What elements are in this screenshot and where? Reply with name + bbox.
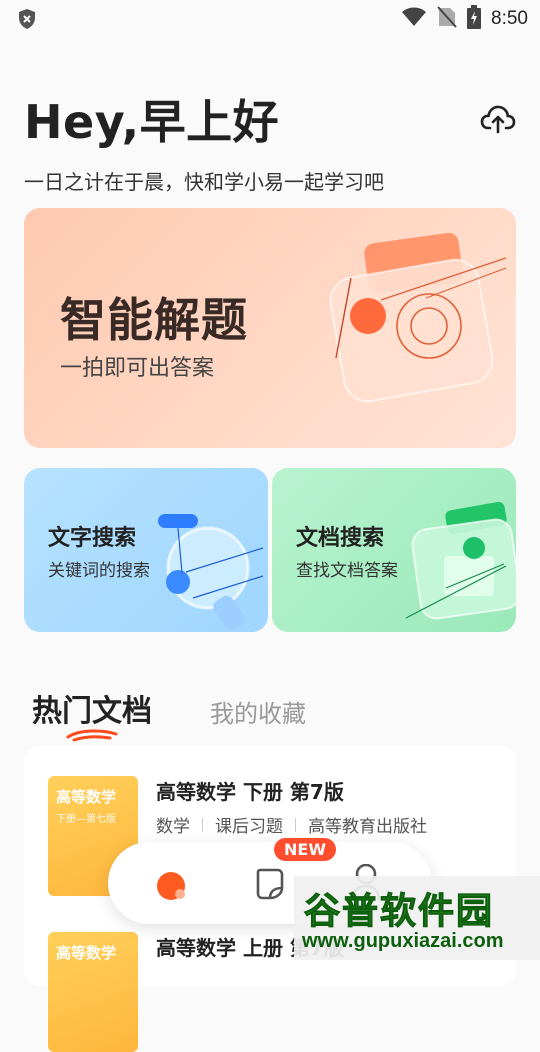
status-bar: 8:50 — [0, 0, 540, 38]
document-cover: 高等数学 — [48, 932, 138, 1052]
home-icon[interactable] — [156, 868, 190, 902]
document-search-card[interactable]: 文档搜索 查找文档答案 — [272, 468, 516, 632]
document-tabs: 热门文档 我的收藏 — [0, 680, 540, 742]
greeting-title: Hey,早上好 — [24, 95, 280, 149]
document-title: 高等数学 下册 第7版 — [156, 780, 344, 804]
text-search-title: 文字搜索 — [48, 526, 137, 551]
document-search-subtitle: 查找文档答案 — [296, 561, 398, 581]
no-sim-icon — [437, 6, 457, 32]
text-search-card[interactable]: 文字搜索 关键词的搜索 — [24, 468, 268, 632]
shield-icon — [16, 8, 38, 30]
document-search-title: 文档搜索 — [296, 526, 385, 551]
hero-subtitle: 一拍即可出答案 — [60, 356, 215, 381]
tab-my-favorites[interactable]: 我的收藏 — [210, 694, 306, 729]
wifi-icon — [401, 7, 427, 31]
document-meta: 数学 课后习题 高等教育出版社 — [156, 812, 427, 837]
watermark-name: 谷普软件园 — [303, 891, 495, 933]
smart-solve-card[interactable]: 智能解题 一拍即可出答案 — [24, 208, 516, 448]
tab-hot-documents[interactable]: 热门文档 — [32, 686, 152, 730]
meta-publisher: 高等教育出版社 — [308, 817, 427, 837]
folder-illustration-icon — [405, 501, 516, 620]
watermark-logo: 谷普软件园 www.gupuxiazai.com — [294, 876, 540, 960]
hero-title: 智能解题 — [60, 293, 248, 347]
cover-title: 高等数学 — [56, 788, 117, 806]
watermark-url: www.gupuxiazai.com — [302, 930, 504, 952]
magnifier-illustration-icon — [158, 514, 264, 631]
cloud-upload-icon[interactable] — [480, 100, 516, 136]
new-badge: NEW — [274, 838, 336, 861]
battery-charging-icon — [467, 5, 482, 33]
meta-type: 课后习题 — [215, 817, 283, 837]
greeting-subtitle: 一日之计在于晨，快和学小易一起学习吧 — [24, 170, 384, 194]
tab-active-indicator — [66, 729, 118, 742]
text-search-subtitle: 关键词的搜索 — [48, 561, 150, 581]
camera-illustration-icon — [329, 232, 507, 403]
clock: 8:50 — [491, 8, 528, 29]
cover-subtitle: 下册—第七版 — [56, 814, 116, 825]
book-icon[interactable] — [254, 866, 286, 900]
meta-subject: 数学 — [156, 817, 190, 837]
